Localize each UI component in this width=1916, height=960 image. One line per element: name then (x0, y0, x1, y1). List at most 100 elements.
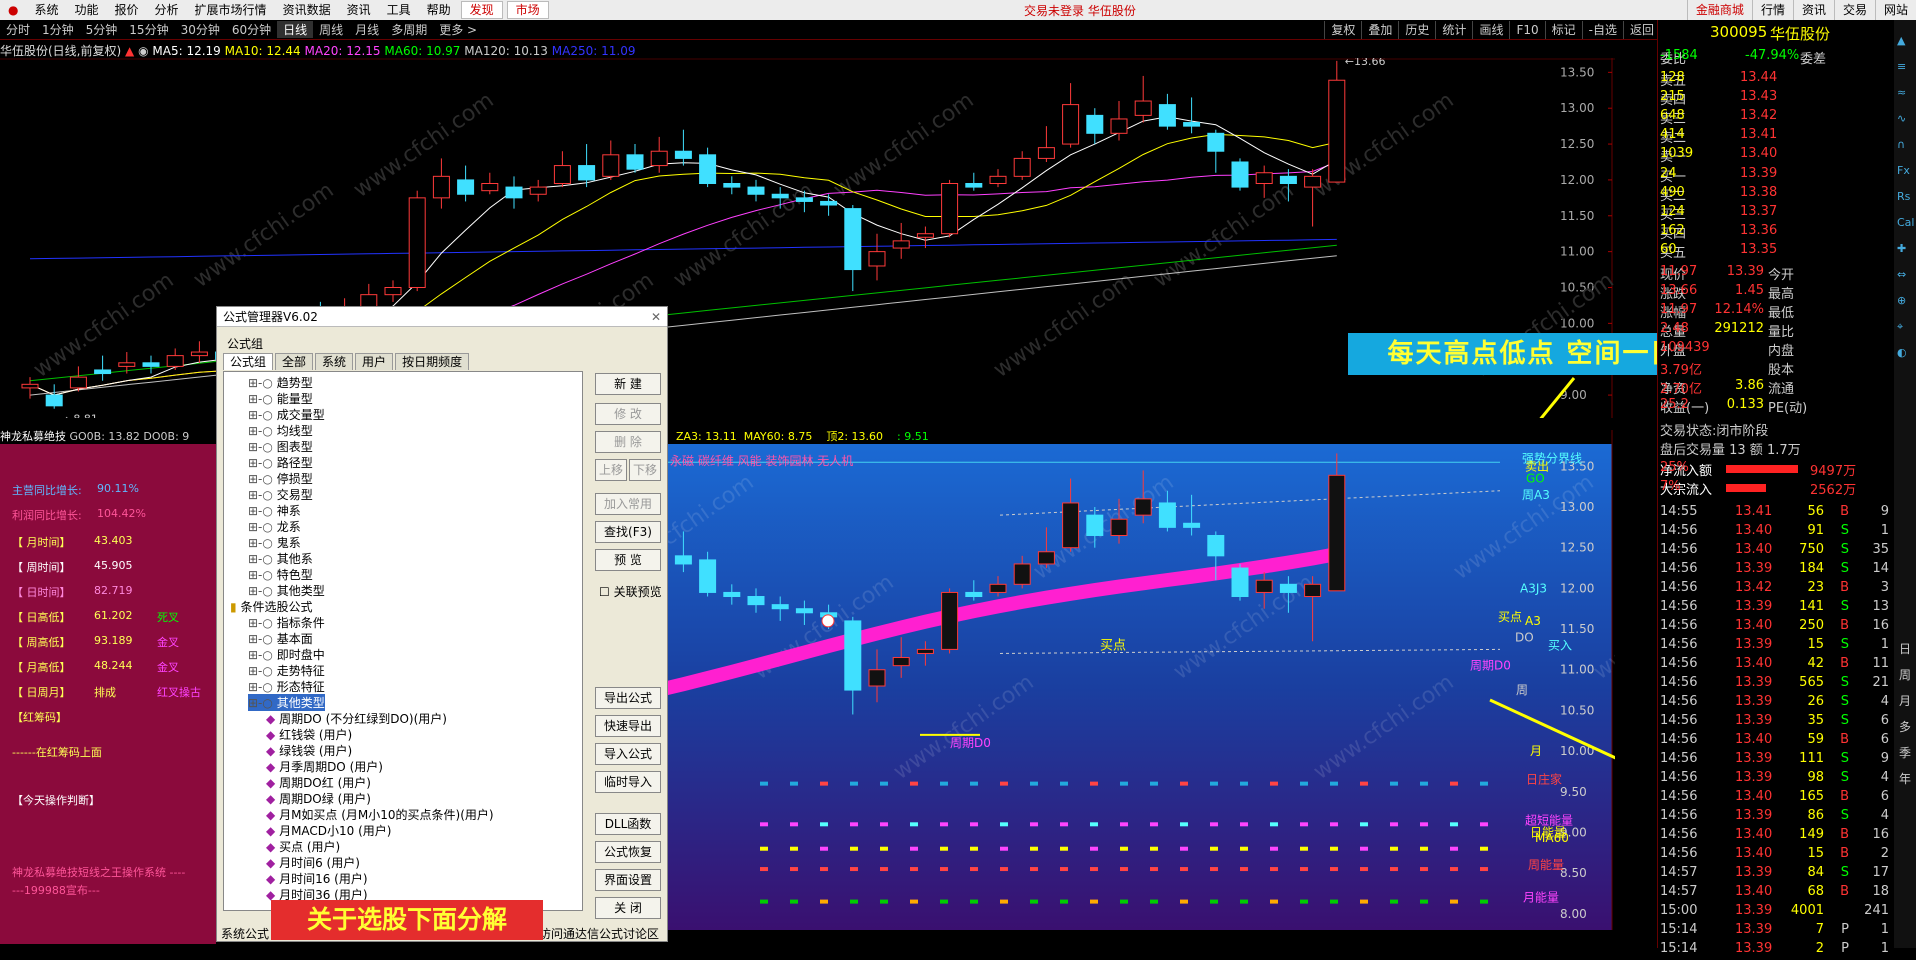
tree-item[interactable]: ⊞-○ 图表型 (248, 438, 313, 455)
side-period-tab[interactable]: 日 (1899, 640, 1911, 657)
tab-0[interactable]: 全部 (275, 353, 314, 370)
dialog-button-8[interactable]: 导出公式 (595, 687, 661, 709)
tree-item[interactable]: ⊞-○ 路径型 (248, 454, 313, 471)
tree-item[interactable]: ◆ 月M如买点 (月M小10的买点条件)(用户) (266, 806, 494, 823)
dialog-button-5[interactable]: 加入常用 (595, 493, 661, 515)
tree-item[interactable]: ◆ 月时间6 (用户) (266, 854, 360, 871)
dialog-button-12[interactable]: DLL函数 (595, 813, 661, 835)
menu-market[interactable]: 市场 (506, 1, 549, 19)
period-7[interactable]: 周线 (313, 21, 349, 38)
menu-trade[interactable]: 交易 (1833, 0, 1875, 20)
toolbar-4[interactable]: 画线 (1472, 21, 1509, 39)
dialog-button-13[interactable]: 公式恢复 (595, 841, 661, 863)
side-period-tab[interactable]: 年 (1899, 770, 1911, 787)
period-1[interactable]: 1分钟 (36, 21, 80, 38)
tree-item[interactable]: ⊞-○ 能量型 (248, 390, 313, 407)
close-icon[interactable]: ✕ (651, 307, 661, 327)
tree-item[interactable]: ◆ 周期DO红 (用户) (266, 774, 371, 791)
tree-item[interactable]: ⊞-○ 其他类型 (248, 694, 325, 711)
tree-item[interactable]: ◆ 绿钱袋 (用户) (266, 742, 352, 759)
side-period-tab[interactable]: 多 (1899, 718, 1911, 735)
side-period-tab[interactable]: 季 (1899, 744, 1911, 761)
tool-icon[interactable]: ⌖ (1897, 320, 1903, 334)
tree-item[interactable]: ⊞-○ 成交量型 (248, 406, 325, 423)
tree-item[interactable]: ⊞-○ 龙系 (248, 518, 301, 535)
tool-icon[interactable]: Rs (1897, 190, 1910, 203)
tree-item[interactable]: ⊞-○ 基本面 (248, 630, 313, 647)
tab-2[interactable]: 用户 (355, 353, 394, 370)
period-3[interactable]: 15分钟 (123, 21, 174, 38)
period-5[interactable]: 60分钟 (226, 21, 277, 38)
gear-icon[interactable]: ◉ (138, 44, 148, 58)
menu-system[interactable]: 系统 (26, 0, 66, 20)
toolbar-3[interactable]: 统计 (1435, 21, 1472, 39)
tree-item[interactable]: ⊞-○ 形态特征 (248, 678, 325, 695)
tool-icon[interactable]: ⊕ (1897, 294, 1906, 307)
tool-icon[interactable]: Fx (1897, 164, 1910, 177)
tree-item[interactable]: ⊞-○ 均线型 (248, 422, 313, 439)
tree-item[interactable]: ⊞-○ 走势特征 (248, 662, 325, 679)
side-period-tab[interactable]: 周 (1899, 666, 1911, 683)
tree-item[interactable]: ⊞-○ 鬼系 (248, 534, 301, 551)
tool-icon[interactable]: ⇔ (1897, 268, 1906, 281)
tree-item[interactable]: ▮ 条件选股公式 (230, 598, 312, 615)
dialog-button-2[interactable]: 删 除 (595, 431, 661, 453)
dialog-button-11[interactable]: 临时导入 (595, 771, 661, 793)
tree-item[interactable]: ⊞-○ 指标条件 (248, 614, 325, 631)
menu-analysis[interactable]: 分析 (147, 0, 187, 20)
tree-item[interactable]: ◆ 月MACD小10 (用户) (266, 822, 391, 839)
tree-item[interactable]: ⊞-○ 其他系 (248, 550, 313, 567)
dialog-button-4[interactable]: 下移 (629, 459, 661, 481)
tool-icon[interactable]: ∩ (1897, 138, 1905, 151)
formula-tree[interactable]: ⊞-○ 趋势型 ⊞-○ 能量型 ⊞-○ 成交量型 ⊞-○ 均线型 ⊞-○ 图表型 ⊞-○ … (223, 371, 583, 911)
dialog-button-7[interactable]: 预 览 (595, 549, 661, 571)
menu-mall[interactable]: 金融商城 (1686, 0, 1752, 20)
period-2[interactable]: 5分钟 (80, 21, 124, 38)
toolbar-7[interactable]: -自选 (1581, 21, 1623, 39)
tab-1[interactable]: 系统 (315, 353, 354, 370)
dialog-button-0[interactable]: 新 建 (595, 373, 661, 395)
menu-help[interactable]: 帮助 (419, 0, 459, 20)
tool-icon[interactable]: ≈ (1897, 86, 1906, 99)
dialog-button-15[interactable]: 关 闭 (595, 897, 661, 919)
period-10[interactable]: 更多 > (433, 21, 483, 38)
menu-discover[interactable]: 发现 (460, 1, 503, 19)
tree-item[interactable]: ⊞-○ 停损型 (248, 470, 313, 487)
menu-news[interactable]: 资讯 (1792, 0, 1834, 20)
forum-link[interactable]: 访问通达信公式讨论区 (539, 925, 659, 942)
tree-item[interactable]: ⊞-○ 特色型 (248, 566, 313, 583)
tool-icon[interactable]: ◐ (1897, 346, 1907, 359)
dialog-button-9[interactable]: 快速导出 (595, 715, 661, 737)
tool-icon[interactable]: ∿ (1897, 112, 1906, 125)
menu-function[interactable]: 功能 (67, 0, 107, 20)
dialog-button-14[interactable]: 界面设置 (595, 869, 661, 891)
tool-icon[interactable]: ✚ (1897, 242, 1906, 255)
tree-item[interactable]: ⊞-○ 趋势型 (248, 374, 313, 391)
dialog-button-6[interactable]: 查找(F3) (595, 521, 661, 543)
menu-tools[interactable]: 工具 (379, 0, 419, 20)
dialog-button-1[interactable]: 修 改 (595, 403, 661, 425)
tree-item[interactable]: ◆ 月时间16 (用户) (266, 870, 368, 887)
tree-item[interactable]: ◆ 周期DO绿 (用户) (266, 790, 371, 807)
period-6[interactable]: 日线 (277, 21, 314, 38)
tool-icon[interactable]: ≡ (1897, 60, 1906, 73)
tree-item[interactable]: ⊞-○ 即时盘中 (248, 646, 325, 663)
menu-ext-market[interactable]: 扩展市场行情 (187, 0, 275, 20)
period-9[interactable]: 多周期 (385, 21, 433, 38)
tab-3[interactable]: 按日期频度 (395, 353, 470, 370)
tree-item[interactable]: ⊞-○ 神系 (248, 502, 301, 519)
dialog-button-3[interactable]: 上移 (595, 459, 627, 481)
toolbar-6[interactable]: 标记 (1544, 21, 1582, 39)
tool-icon[interactable]: ▲ (1897, 34, 1905, 47)
toolbar-2[interactable]: 历史 (1398, 21, 1435, 39)
menu-info[interactable]: 资讯 (339, 0, 379, 20)
toolbar-8[interactable]: 返回 (1622, 21, 1660, 39)
tab-group[interactable]: 公式组 (223, 353, 274, 370)
dialog-button-10[interactable]: 导入公式 (595, 743, 661, 765)
tree-item[interactable]: ⊞-○ 交易型 (248, 486, 313, 503)
toolbar-5[interactable]: F10 (1509, 21, 1544, 39)
menu-website[interactable]: 网站 (1874, 0, 1916, 20)
preview-checkbox[interactable]: ☐ 关联预览 (599, 583, 662, 600)
side-period-tab[interactable]: 月 (1899, 692, 1911, 709)
tool-icon[interactable]: Cal (1897, 216, 1914, 229)
